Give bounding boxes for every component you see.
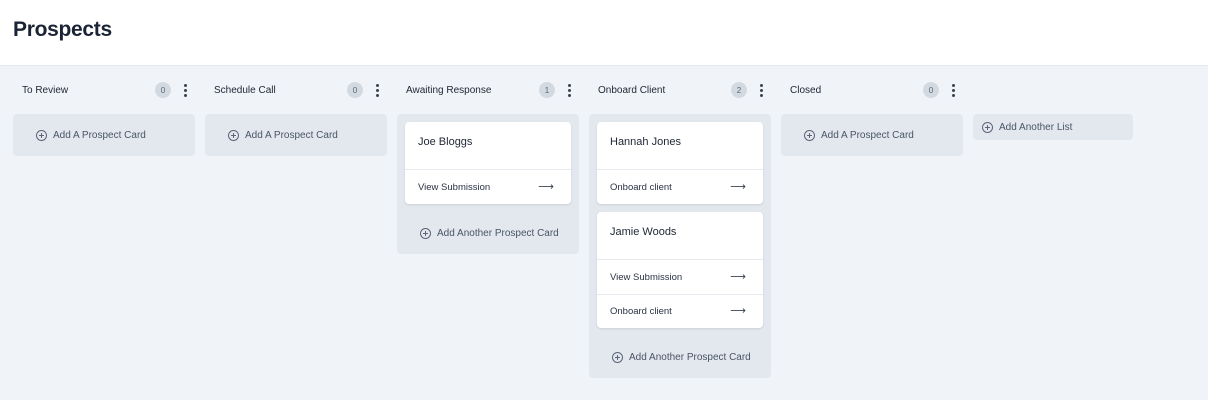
column-title: To Review <box>22 84 69 96</box>
add-card-label: Add A Prospect Card <box>53 129 146 141</box>
more-vertical-icon[interactable] <box>562 82 576 98</box>
plus-circle-icon <box>612 351 623 363</box>
plus-circle-icon <box>982 121 993 133</box>
add-card-label: Add A Prospect Card <box>245 129 338 141</box>
prospect-name: Hannah Jones <box>597 122 763 170</box>
column-header: To Review 0 <box>13 66 195 114</box>
column-body: Hannah Jones Onboard client ⟶ Jamie Wood… <box>589 114 771 378</box>
column-header: Onboard Client 2 <box>589 66 771 114</box>
column-header: Schedule Call 0 <box>205 66 387 114</box>
add-another-prospect-card-button[interactable]: Add Another Prospect Card <box>405 212 571 254</box>
count-badge: 0 <box>923 82 939 98</box>
add-card-label: Add A Prospect Card <box>821 129 914 141</box>
count-badge: 0 <box>155 82 171 98</box>
more-vertical-icon[interactable] <box>754 82 768 98</box>
more-vertical-icon[interactable] <box>370 82 384 98</box>
prospect-name: Joe Bloggs <box>405 122 571 170</box>
count-badge: 1 <box>539 82 555 98</box>
column-closed: Closed 0 Add A Prospect Card <box>781 66 963 156</box>
action-label: Onboard client <box>610 181 672 193</box>
count-badge: 2 <box>731 82 747 98</box>
column-body: Joe Bloggs View Submission ⟶ Add Another… <box>397 114 579 254</box>
arrow-right-icon: ⟶ <box>730 305 746 317</box>
column-body: Add A Prospect Card <box>205 114 387 156</box>
add-card-label: Add Another Prospect Card <box>437 227 559 239</box>
page-title: Prospects <box>13 17 112 41</box>
add-card-label: Add Another Prospect Card <box>629 351 751 363</box>
plus-circle-icon <box>420 227 431 239</box>
column-title: Onboard Client <box>598 84 666 96</box>
column-body: Add A Prospect Card <box>13 114 195 156</box>
column-header: Closed 0 <box>781 66 963 114</box>
column-title: Awaiting Response <box>406 84 492 96</box>
action-label: Onboard client <box>610 306 672 317</box>
more-vertical-icon[interactable] <box>946 82 960 98</box>
plus-circle-icon <box>36 129 47 141</box>
column-awaiting-response: Awaiting Response 1 Joe Bloggs View Subm… <box>397 66 579 254</box>
add-list-label: Add Another List <box>999 121 1073 133</box>
column-onboard-client: Onboard Client 2 Hannah Jones Onboard cl… <box>589 66 771 378</box>
kanban-board: To Review 0 Add A Prospect Card Schedule… <box>0 66 1208 400</box>
arrow-right-icon: ⟶ <box>730 270 746 283</box>
plus-circle-icon <box>804 129 815 141</box>
column-title: Schedule Call <box>214 84 276 96</box>
add-another-list-button[interactable]: Add Another List <box>973 114 1133 140</box>
add-prospect-card-button[interactable]: Add A Prospect Card <box>13 114 195 156</box>
column-body: Add A Prospect Card <box>781 114 963 156</box>
page-header: Prospects <box>0 0 1208 66</box>
add-prospect-card-button[interactable]: Add A Prospect Card <box>781 114 963 156</box>
prospect-card[interactable]: Jamie Woods View Submission ⟶ Onboard cl… <box>597 212 763 328</box>
prospect-card[interactable]: Joe Bloggs View Submission ⟶ <box>405 122 571 204</box>
column-schedule-call: Schedule Call 0 Add A Prospect Card <box>205 66 387 156</box>
more-vertical-icon[interactable] <box>178 82 192 98</box>
view-submission-action[interactable]: View Submission ⟶ <box>405 170 571 204</box>
plus-circle-icon <box>228 129 239 141</box>
add-another-prospect-card-button[interactable]: Add Another Prospect Card <box>597 336 763 378</box>
view-submission-action[interactable]: View Submission ⟶ <box>597 260 763 294</box>
action-label: View Submission <box>610 271 683 283</box>
column-to-review: To Review 0 Add A Prospect Card <box>13 66 195 156</box>
prospect-name: Jamie Woods <box>597 212 763 260</box>
arrow-right-icon: ⟶ <box>730 180 746 193</box>
prospect-card[interactable]: Hannah Jones Onboard client ⟶ <box>597 122 763 204</box>
column-title: Closed <box>790 84 822 96</box>
onboard-client-action[interactable]: Onboard client ⟶ <box>597 294 763 328</box>
arrow-right-icon: ⟶ <box>538 180 554 193</box>
column-header: Awaiting Response 1 <box>397 66 579 114</box>
count-badge: 0 <box>347 82 363 98</box>
onboard-client-action[interactable]: Onboard client ⟶ <box>597 170 763 204</box>
add-prospect-card-button[interactable]: Add A Prospect Card <box>205 114 387 156</box>
action-label: View Submission <box>418 181 491 193</box>
